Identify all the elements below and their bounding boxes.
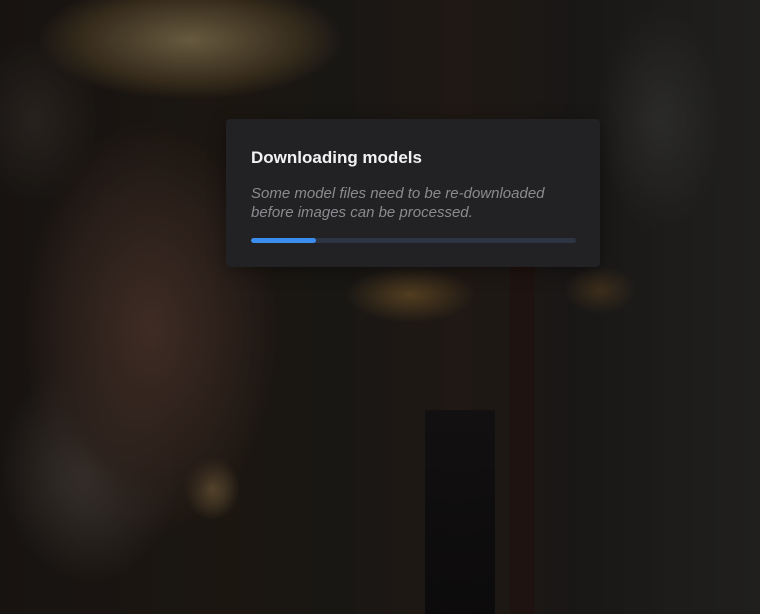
download-dialog: Downloading models Some model files need…	[226, 119, 600, 267]
dialog-description: Some model files need to be re-downloade…	[251, 184, 576, 222]
download-progress-fill	[251, 238, 316, 243]
dialog-description-line-1: Some model files need to be re-downloade…	[251, 185, 545, 202]
download-progress-bar	[251, 238, 576, 243]
dialog-description-line-2: before images can be processed.	[251, 204, 473, 221]
app-window: Downloading models Some model files need…	[0, 0, 760, 614]
dialog-title: Downloading models	[251, 148, 422, 167]
modal-backdrop	[0, 0, 760, 614]
